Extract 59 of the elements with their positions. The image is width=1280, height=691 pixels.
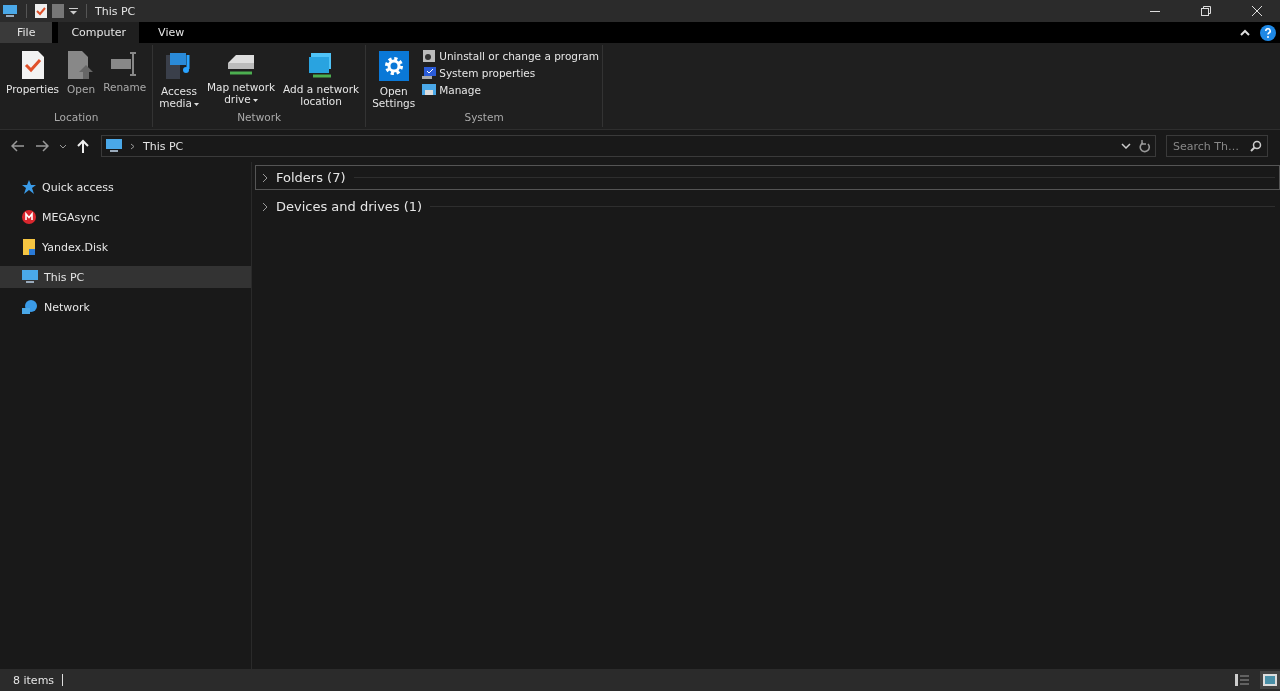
sidebar-item[interactable]: MEGAsync: [0, 206, 251, 228]
chevron-icon: [130, 142, 135, 150]
drive-button[interactable]: Map network drive: [203, 49, 279, 111]
open-document-icon: [68, 51, 95, 79]
sidebar-item[interactable]: Quick access: [0, 176, 251, 198]
group-header[interactable]: Folders (7): [255, 165, 1280, 190]
sysprops-button[interactable]: System properties: [422, 66, 599, 80]
properties-button[interactable]: Properties: [3, 49, 63, 111]
group-label: Network: [236, 111, 283, 125]
network-icon: [22, 299, 38, 315]
program-box-icon: [422, 49, 437, 63]
dropdown-icon[interactable]: [1121, 143, 1131, 149]
settings-icon: [378, 51, 409, 81]
properties-icon[interactable]: [35, 4, 47, 18]
collapse-ribbon-icon[interactable]: [1240, 29, 1250, 36]
large-icons-view-button[interactable]: [1260, 671, 1280, 689]
sidebar-item[interactable]: This PC: [0, 266, 251, 288]
ribbon-tab[interactable]: Computer: [58, 22, 140, 43]
computer-icon: [22, 270, 38, 284]
back-icon[interactable]: [11, 140, 25, 152]
file-tab[interactable]: File: [0, 22, 53, 43]
computer-icon: [106, 139, 122, 153]
computer-icon: [2, 4, 18, 18]
uninstall-button[interactable]: Uninstall or change a program: [422, 49, 599, 63]
details-view-button[interactable]: [1232, 671, 1252, 689]
group-label: System: [463, 111, 505, 125]
sidebar-item[interactable]: Yandex.Disk: [0, 236, 251, 258]
search-field[interactable]: Search Th…: [1166, 135, 1268, 157]
chevron-icon: [262, 201, 268, 212]
forward-icon[interactable]: [35, 140, 49, 152]
m-logo-icon: [22, 210, 36, 224]
sidebar-item[interactable]: Network: [0, 296, 251, 318]
settings-button[interactable]: Open Settings: [369, 49, 419, 111]
monitor-check-icon: [422, 66, 437, 80]
media-button[interactable]: Access media: [156, 49, 202, 111]
address-bar[interactable]: This PC: [101, 135, 1156, 157]
restore-icon: [1201, 6, 1211, 16]
help-icon[interactable]: [1260, 24, 1276, 41]
group-header[interactable]: Devices and drives (1): [255, 194, 1280, 219]
star-icon: [22, 180, 36, 194]
item-count: 8 items: [13, 673, 55, 687]
folder-icon: [22, 239, 36, 255]
ribbon-tab[interactable]: View: [145, 22, 198, 43]
chevron-icon: [262, 172, 268, 183]
window-title: This PC: [95, 4, 136, 18]
refresh-icon[interactable]: [1139, 139, 1151, 153]
up-icon[interactable]: [77, 139, 89, 153]
caret-icon: [193, 102, 199, 106]
caret-icon: [252, 98, 258, 102]
search-icon: [1250, 140, 1262, 152]
rename-icon: [110, 51, 139, 77]
group-label: Location: [52, 111, 100, 125]
checked-document-icon: [21, 51, 44, 79]
computer-management-icon: [422, 83, 437, 97]
close-icon: [1252, 6, 1262, 16]
recent-locations-icon[interactable]: [59, 143, 67, 149]
customize-dropdown-icon[interactable]: [69, 7, 78, 15]
netloc-button[interactable]: Add a network location: [280, 49, 363, 111]
manage-button[interactable]: Manage: [422, 83, 599, 97]
